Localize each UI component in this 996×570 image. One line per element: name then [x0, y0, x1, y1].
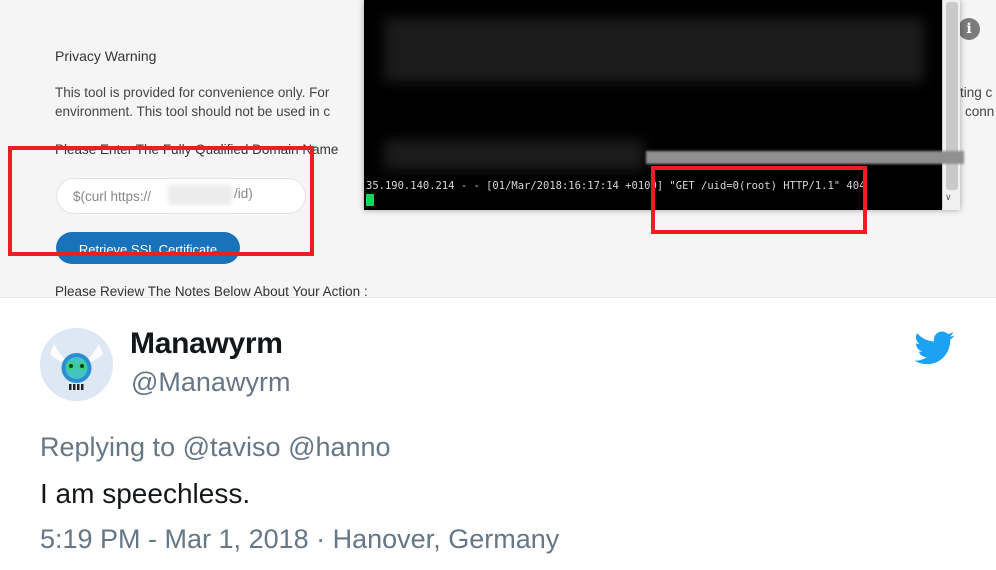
bird-logo-icon[interactable] — [915, 330, 955, 366]
redaction-bar — [646, 151, 964, 164]
review-notes-label: Please Review The Notes Below About Your… — [55, 284, 368, 298]
terminal-cursor — [366, 194, 374, 206]
tweet-text: I am speechless. — [40, 478, 251, 509]
tweet-handle[interactable]: @Manawyrm — [131, 367, 290, 398]
privacy-text-line-1: This tool is provided for convenience on… — [55, 85, 330, 100]
privacy-text-fragment-2: conn — [965, 104, 995, 119]
avatar[interactable] — [40, 328, 113, 401]
tweet-display-name[interactable]: Manawyrm — [130, 327, 283, 361]
privacy-text-line-2: environment. This tool should not be use… — [55, 104, 331, 119]
terminal-blurred-line-2 — [384, 140, 644, 170]
tweet-timestamp-location[interactable]: 5:19 PM - Mar 1, 2018 · Hanover, Germany — [40, 524, 559, 555]
replying-to-label: Replying to — [40, 432, 176, 462]
info-icon[interactable]: i — [958, 18, 980, 40]
avatar-robot-icon — [40, 328, 113, 401]
highlight-box-input — [8, 146, 314, 256]
privacy-text-fragment-1: ting c — [960, 85, 993, 100]
highlight-box-log — [651, 166, 867, 234]
terminal-blurred-line-1 — [384, 18, 924, 82]
privacy-warning-heading: Privacy Warning — [55, 48, 157, 64]
replying-to-line: Replying to @taviso @hanno — [40, 432, 391, 463]
embedded-screenshot: Privacy Warning This tool is provided fo… — [0, 0, 996, 298]
reply-user-link-1[interactable]: @taviso — [183, 432, 281, 462]
terminal-scrollbar[interactable]: ∨ — [942, 0, 960, 210]
scroll-down-icon[interactable]: ∨ — [945, 192, 952, 203]
reply-user-link-2[interactable]: @hanno — [288, 432, 391, 462]
